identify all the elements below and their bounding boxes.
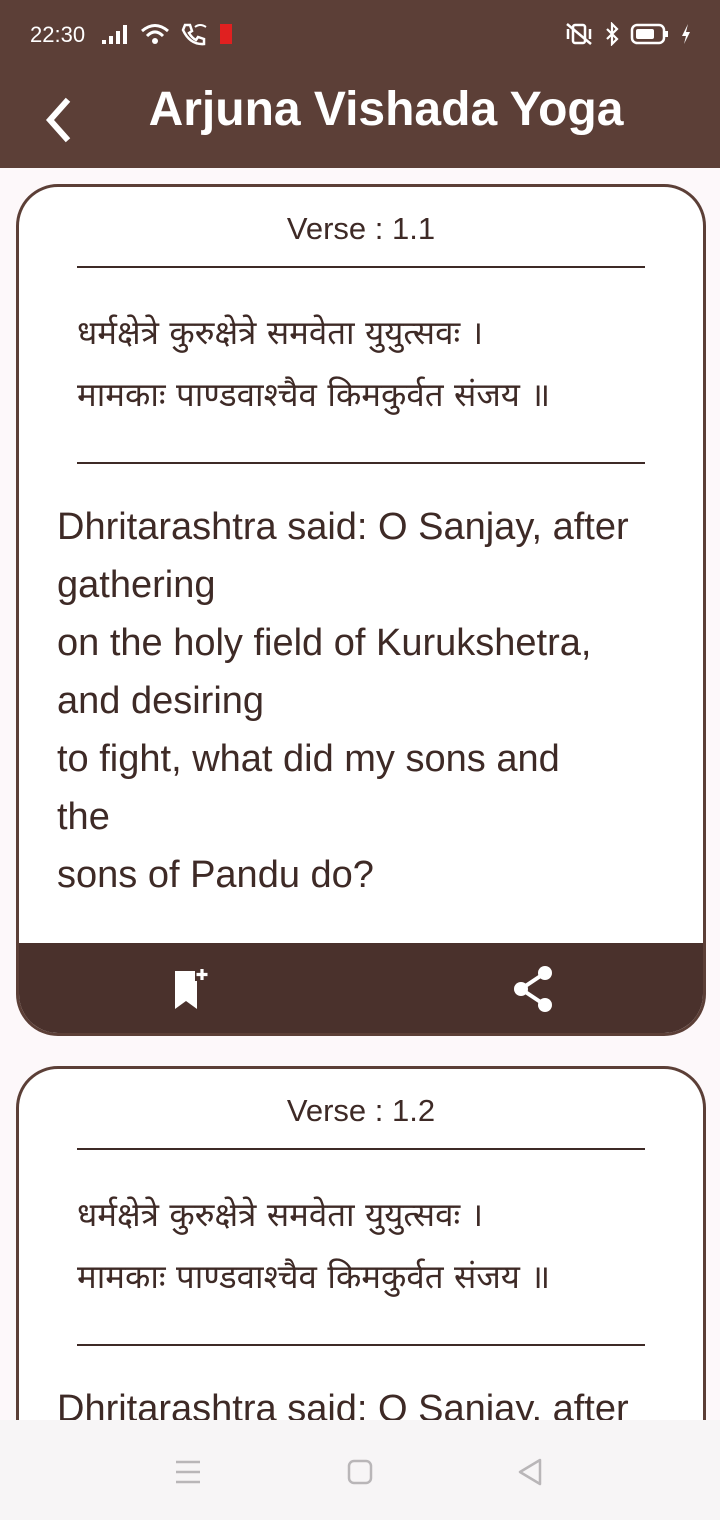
home-button[interactable]	[342, 1454, 378, 1490]
signal-icon	[102, 25, 127, 44]
bluetooth-icon	[606, 22, 619, 46]
translation-line: gathering	[57, 564, 216, 606]
status-time: 22:30	[30, 22, 86, 47]
verse-card: Verse : 1.1 धर्मक्षेत्रे कुरुक्षेत्रे सम…	[16, 184, 706, 1036]
recents-button[interactable]	[170, 1454, 206, 1490]
verse-number: Verse : 1.1	[286, 211, 436, 246]
menu-icon	[176, 1460, 200, 1484]
wifi-icon	[141, 24, 169, 44]
translation-text: Dhritarashtra said: O Sanjay, after	[57, 1380, 685, 1420]
share-icon	[514, 966, 552, 1012]
back-nav-button[interactable]	[512, 1454, 548, 1490]
bookmark-add-icon	[175, 967, 209, 1009]
wifi-call-icon	[181, 23, 207, 46]
status-bar: 22:30	[0, 0, 720, 72]
translation-line: the	[57, 796, 110, 838]
divider	[77, 1148, 645, 1150]
sanskrit-line: मामकाः पाण्डवाश्चैव किमकुर्वत संजय ॥	[77, 1257, 551, 1296]
sanskrit-text: धर्मक्षेत्रे कुरुक्षेत्रे समवेता युयुत्स…	[77, 1184, 677, 1308]
translation-line: sons of Pandu do?	[57, 854, 374, 896]
vibrate-icon	[566, 23, 592, 45]
system-nav-bar	[0, 1420, 720, 1520]
share-button[interactable]	[509, 965, 557, 1013]
bookmark-button[interactable]	[167, 965, 215, 1013]
sanskrit-text: धर्मक्षेत्रे कुरुक्षेत्रे समवेता युयुत्स…	[77, 302, 677, 426]
charging-icon	[682, 24, 690, 44]
divider	[77, 266, 645, 268]
sanskrit-line: धर्मक्षेत्रे कुरुक्षेत्रे समवेता युयुत्स…	[77, 313, 484, 352]
verse-number: Verse : 1.2	[286, 1093, 436, 1128]
battery-saver-icon	[220, 24, 232, 44]
translation-line: and desiring	[57, 680, 265, 722]
verse-card: Verse : 1.2 धर्मक्षेत्रे कुरुक्षेत्रे सम…	[16, 1066, 706, 1420]
page-title: Arjuna Vishada Yoga	[148, 83, 624, 136]
card-action-bar	[19, 943, 703, 1033]
translation-line: to fight, what did my sons and	[57, 738, 560, 780]
divider	[77, 1344, 645, 1346]
battery-icon	[630, 23, 668, 45]
sanskrit-line: मामकाः पाण्डवाश्चैव किमकुर्वत संजय ॥	[77, 375, 551, 414]
divider	[77, 462, 645, 464]
verse-list[interactable]: Verse : 1.1 धर्मक्षेत्रे कुरुक्षेत्रे सम…	[0, 168, 720, 1420]
translation-line: Dhritarashtra said: O Sanjay, after	[57, 506, 629, 548]
back-icon	[518, 1458, 542, 1486]
app-bar: Arjuna Vishada Yoga	[0, 72, 720, 168]
translation-line: on the holy field of Kurukshetra,	[57, 622, 592, 664]
home-icon	[347, 1459, 373, 1485]
sanskrit-line: धर्मक्षेत्रे कुरुक्षेत्रे समवेता युयुत्स…	[77, 1195, 484, 1234]
translation-line: Dhritarashtra said: O Sanjay, after	[57, 1388, 629, 1420]
translation-text: Dhritarashtra said: O Sanjay, after gath…	[57, 498, 685, 904]
